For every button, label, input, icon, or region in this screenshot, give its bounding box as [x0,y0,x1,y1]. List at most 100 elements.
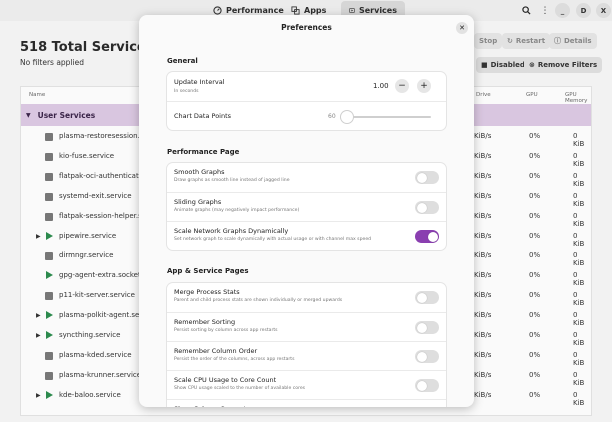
disabled-label: Disabled [490,61,525,69]
setting-description: Parent and child process stats are shown… [174,298,343,303]
gpu-value: 0% [529,132,541,140]
gpu-memory-value: 0 KiB [573,211,585,228]
stop-button[interactable]: Stop [474,33,503,49]
drive-value: KiB/s [474,191,492,200]
gpu-value: 0% [529,390,541,399]
section-general-title: General [167,57,198,65]
collapse-icon[interactable]: ▼ [26,112,31,119]
dialog-title: Preferences [281,23,332,32]
toggle-knob [416,292,427,303]
drive-value: KiB/s [474,231,492,240]
gpu-memory-value: 0 KiB [573,370,585,387]
setting-toggle[interactable] [415,201,439,214]
tab-apps-label: Apps [304,5,327,15]
setting-toggle[interactable] [415,379,439,392]
tab-performance-label: Performance [226,5,284,15]
gpu-memory-value: 0 KiB [573,171,585,188]
gpu-value: 0% [529,311,541,320]
gpu-memory-value: 0 KiB [573,151,585,168]
stopped-icon [45,212,53,221]
drive-value: KiB/s [474,291,492,300]
drive-value: KiB/s [474,331,492,339]
setting-label: Remember Column Order [174,347,258,355]
chart-points-slider-track[interactable] [343,116,431,118]
drive-value: KiB/s [474,211,492,220]
remove-filters-button[interactable]: ⊗ Remove Filters [524,57,603,73]
col-name[interactable]: Name [29,92,45,98]
gpu-memory-value: 0 KiB [573,390,585,407]
maximize-button[interactable]: D [576,3,591,18]
toggle-knob [416,172,427,183]
service-name: kde-baloo.service [59,390,121,399]
service-name: plasma-polkit-agent.serv [59,311,147,320]
setting-toggle[interactable] [415,230,439,243]
gpu-value: 0% [529,350,541,359]
general-card: Update Interval In seconds 1.00 − + Char… [167,72,446,130]
toggle-knob [416,351,427,362]
restart-button[interactable]: ↻ Restart [502,33,551,49]
gpu-value: 0% [529,331,541,339]
increment-button[interactable]: + [417,79,431,93]
stopped-icon [45,252,53,261]
gpu-memory-value: 0 KiB [573,291,585,308]
service-name: pipewire.service [59,231,117,240]
close-window-button[interactable]: X [596,3,611,18]
minimize-button[interactable]: _ [555,3,570,18]
filter-square-icon: ■ [481,61,488,69]
running-icon [46,271,53,280]
drive-value: KiB/s [474,251,492,260]
stopped-icon [45,371,53,380]
setting-description: Set network graph to scale dynamically w… [174,237,372,242]
gpu-memory-value: 0 KiB [573,331,585,347]
performance-card: Smooth Graphs Draw graphs as smooth line … [167,163,446,250]
details-button[interactable]: ⓘ Details [549,33,597,49]
setting-toggle[interactable] [415,171,439,184]
menu-icon[interactable]: ⋮ [537,3,553,18]
gpu-memory-value: 0 KiB [573,271,585,288]
expand-icon[interactable]: ▶ [36,392,42,400]
service-name: flatpak-oci-authenticator. [59,171,148,180]
gpu-value: 0% [529,291,541,300]
setting-row: Smooth Graphs Draw graphs as smooth line … [167,163,446,192]
service-name: flatpak-session-helper.se [59,211,147,220]
chart-points-slider-handle[interactable] [341,111,354,123]
setting-row: Scale Network Graphs Dynamically Set netw… [167,221,446,250]
drive-value: KiB/s [474,271,492,280]
expand-icon[interactable]: ▶ [36,312,42,320]
restart-icon: ↻ [507,37,513,45]
stopped-icon [45,292,53,301]
col-gpu-memory[interactable]: GPU Memory [565,92,591,104]
update-interval-value[interactable]: 1.00 [373,82,389,90]
expand-icon[interactable]: ▶ [36,233,42,241]
gpu-value: 0% [529,370,541,379]
service-name: gpg-agent-extra.socket [59,271,141,280]
gpu-memory-value: 0 KiB [573,132,585,148]
setting-description: Animate graphs (may negatively impact pe… [174,208,300,213]
col-gpu[interactable]: GPU [526,92,538,98]
setting-toggle[interactable] [415,291,439,304]
drive-value: KiB/s [474,311,492,320]
expand-icon[interactable]: ▶ [36,332,42,340]
search-icon[interactable] [518,3,534,18]
setting-toggle[interactable] [415,350,439,363]
col-drive[interactable]: Drive [476,92,491,98]
setting-toggle[interactable] [415,321,439,334]
gpu-value: 0% [529,211,541,220]
service-name: syncthing.service [59,331,121,339]
setting-label: Remember Sorting [174,318,236,326]
disabled-filter-button[interactable]: ■ Disabled [476,57,530,73]
gpu-memory-value: 0 KiB [573,311,585,328]
section-app-service-title: App & Service Pages [167,267,249,275]
close-icon[interactable]: ✕ [456,22,468,34]
info-icon: ⓘ [554,37,561,45]
running-icon [46,311,53,320]
setting-label: Show Column Separators [174,405,256,407]
update-interval-label: Update Interval [174,78,225,86]
stopped-icon [45,172,53,181]
decrement-button[interactable]: − [395,79,409,93]
apps-icon [291,5,300,15]
update-interval-row: Update Interval In seconds 1.00 − + [167,72,446,101]
chart-points-row: Chart Data Points 60 [167,101,446,130]
chart-points-label: Chart Data Points [174,112,232,120]
service-name: plasma-krunner.service [59,370,142,379]
